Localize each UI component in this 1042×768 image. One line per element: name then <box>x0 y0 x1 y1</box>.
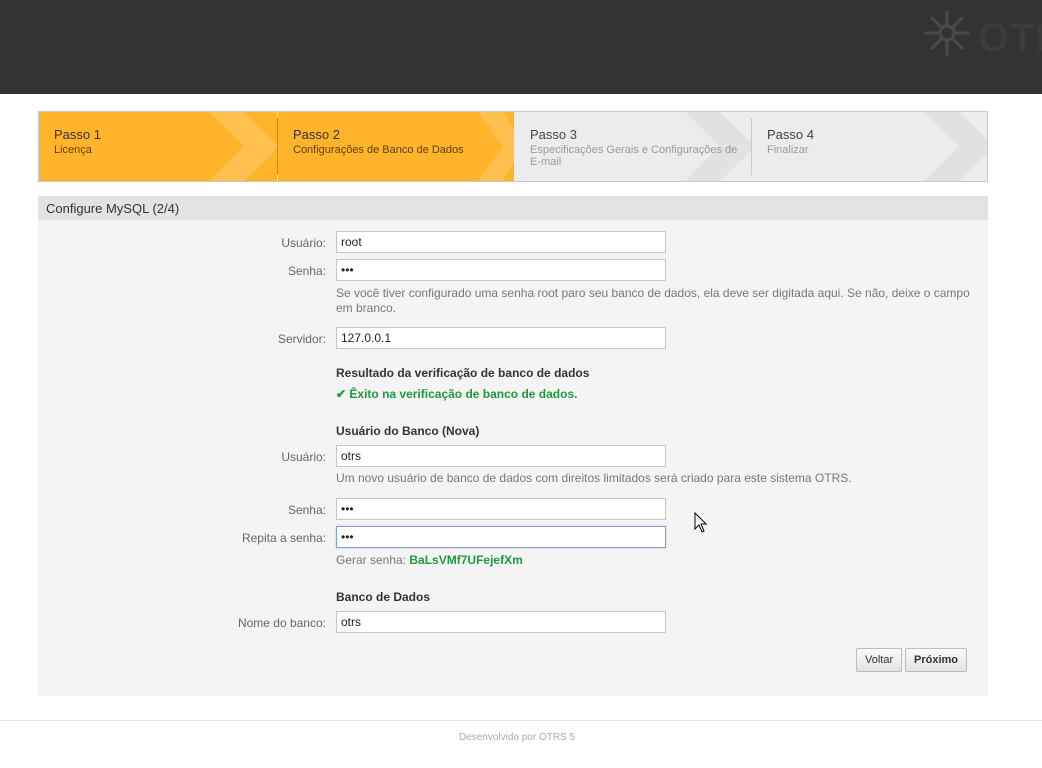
db-name-input[interactable] <box>336 611 666 633</box>
step-2: Passo 2 Configurações de Banco de Dados <box>278 112 514 181</box>
db-password-repeat-label: Repita a senha: <box>241 531 326 545</box>
footer-divider <box>0 720 1042 721</box>
step-title: Passo 1 <box>54 127 101 142</box>
setup-steps: Passo 1 Licença Passo 2 Configurações de… <box>38 111 988 182</box>
generated-password-link[interactable]: BaLsVMf7UFejefXm <box>409 553 522 567</box>
app-header: OTRS <box>0 0 1042 94</box>
otrs-asterisk-icon <box>924 10 970 56</box>
db-password-input[interactable] <box>336 498 666 520</box>
checkmark-icon: ✔ <box>336 387 347 401</box>
new-user-section-title: Usuário do Banco (Nova) <box>336 424 480 438</box>
step-1: Passo 1 Licença <box>39 112 277 181</box>
admin-password-input[interactable] <box>336 259 666 281</box>
back-button[interactable]: Voltar <box>856 648 902 672</box>
generate-password-label: Gerar senha: <box>336 553 407 567</box>
db-user-hint: Um novo usuário de banco de dados com di… <box>336 471 852 485</box>
db-user-input[interactable] <box>336 445 666 467</box>
admin-user-label: Usuário: <box>281 236 326 250</box>
step-4: Passo 4 Finalizar <box>752 112 987 181</box>
admin-password-label: Senha: <box>287 264 326 278</box>
footer-text: Desenvolvido por OTRS 5 <box>458 732 576 743</box>
config-panel: Configure MySQL (2/4) Usuário: Senha: Se… <box>38 196 988 696</box>
server-input[interactable] <box>336 327 666 349</box>
db-check-result: ✔ Êxito na verificação de banco de dados… <box>336 387 577 401</box>
step-title: Passo 3 <box>530 127 577 142</box>
step-desc: Finalizar <box>767 144 809 156</box>
server-label: Servidor: <box>277 332 326 346</box>
db-check-title: Resultado da verificação de banco de dad… <box>336 366 590 380</box>
step-3: Passo 3 Especificações Gerais e Configur… <box>515 112 751 181</box>
admin-user-input[interactable] <box>336 231 666 253</box>
otrs-logo: OTRS <box>922 10 1042 56</box>
database-section-title: Banco de Dados <box>336 590 431 604</box>
step-desc: Especificações Gerais e Configurações de… <box>530 144 738 168</box>
generate-password: Gerar senha: BaLsVMf7UFejefXm <box>336 553 976 568</box>
db-user-label: Usuário: <box>281 450 326 464</box>
admin-password-hint: Se você tiver configurado uma senha root… <box>336 286 970 315</box>
db-check-result-text: Êxito na verificação de banco de dados. <box>349 387 578 401</box>
next-button[interactable]: Próximo <box>905 648 967 672</box>
step-title: Passo 2 <box>293 127 340 142</box>
logo-text: OTRS <box>978 16 1042 56</box>
step-desc: Configurações de Banco de Dados <box>293 144 464 156</box>
mouse-cursor-icon <box>694 512 708 533</box>
db-password-repeat-input[interactable] <box>336 526 666 548</box>
db-name-label: Nome do banco: <box>237 616 326 630</box>
panel-title: Configure MySQL (2/4) <box>38 196 988 220</box>
step-desc: Licença <box>54 144 92 156</box>
step-title: Passo 4 <box>767 127 814 142</box>
db-password-label: Senha: <box>287 503 326 517</box>
